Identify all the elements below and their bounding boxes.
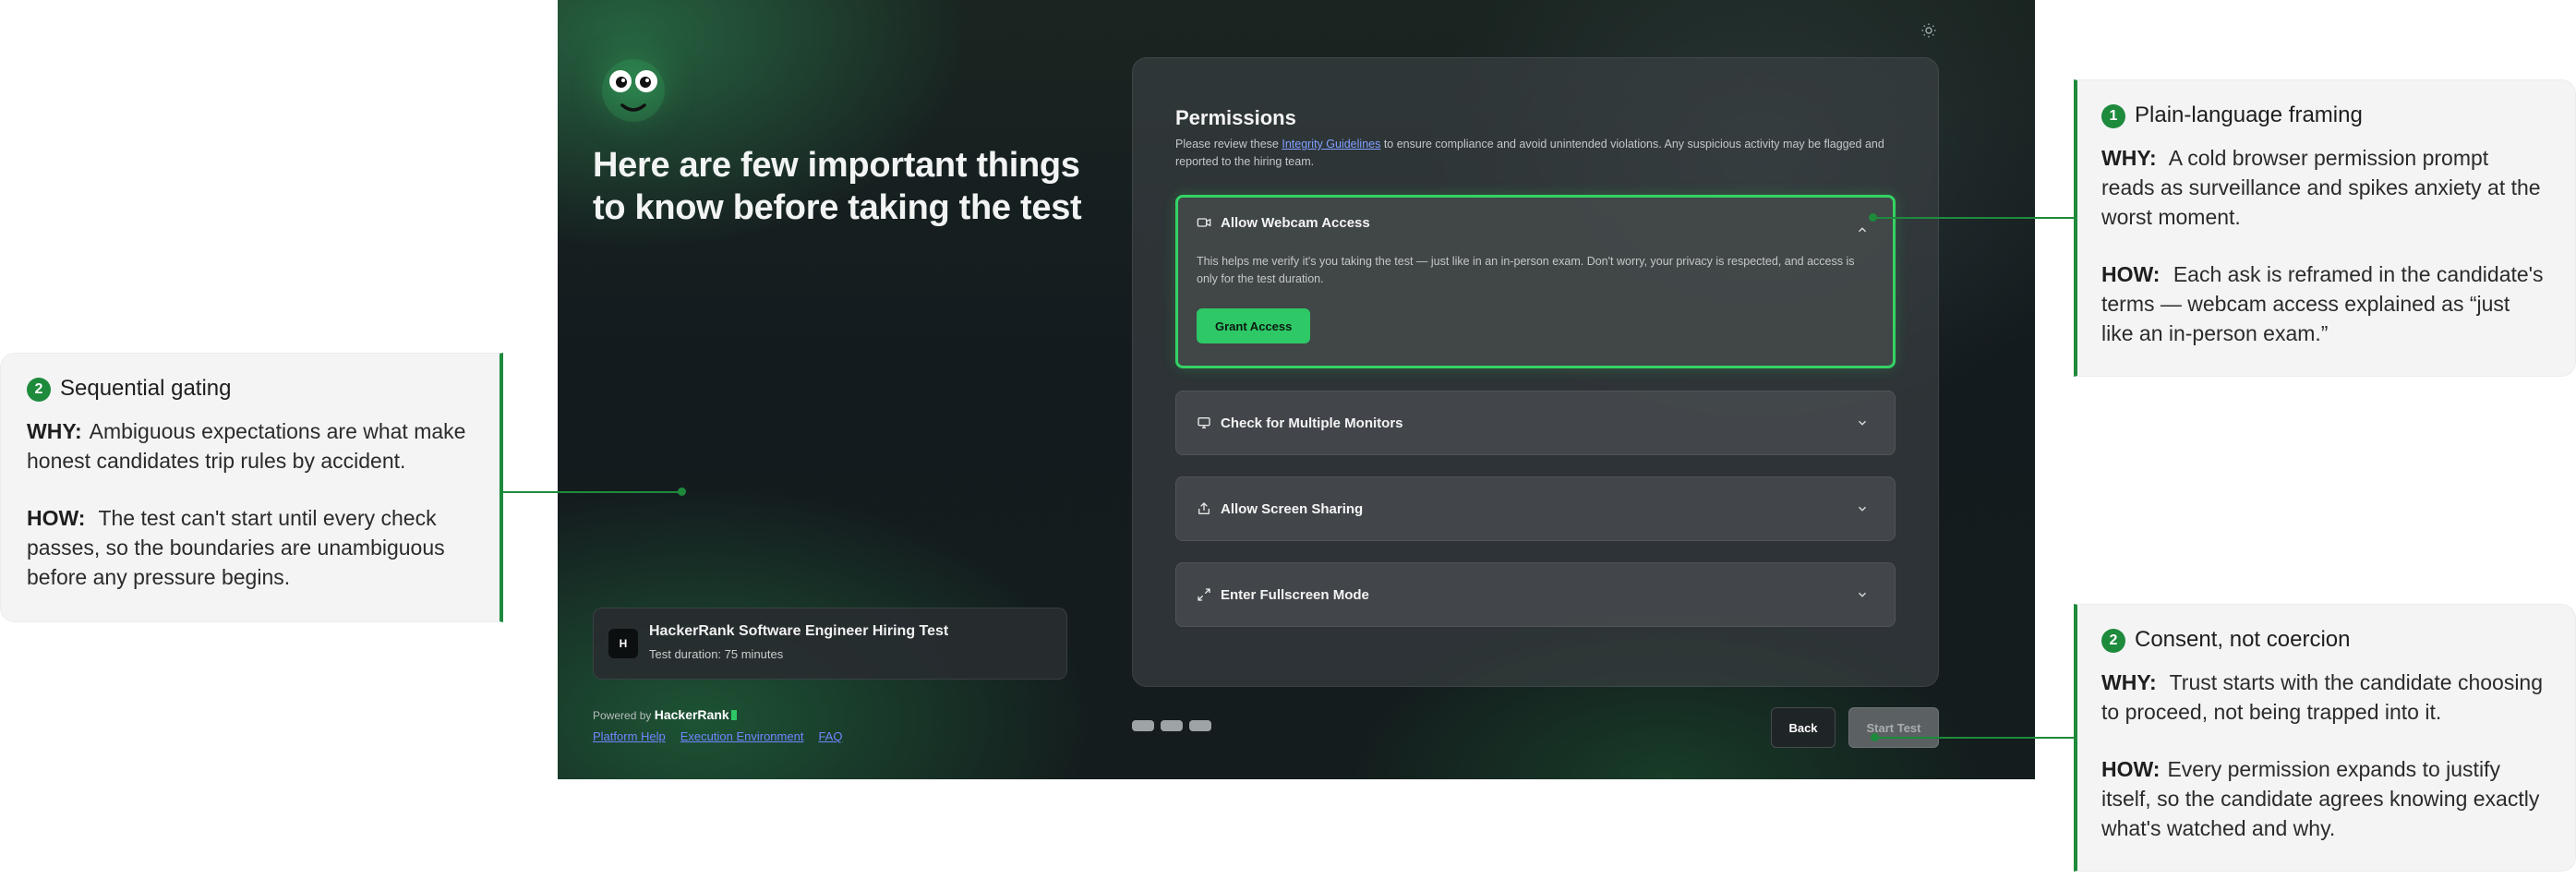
how-label: HOW: [27,506,86,530]
how-label: HOW: [2101,262,2161,286]
permissions-title: Permissions [1175,106,1296,129]
accordion-fullscreen[interactable]: Enter Fullscreen Mode [1175,562,1896,627]
accordion-webcam[interactable]: Allow Webcam Access This helps me verify… [1175,195,1896,368]
connector-dot-3 [1871,733,1879,741]
chevron-down-icon[interactable] [1856,502,1869,515]
why-label: WHY: [2101,146,2157,170]
integrity-guidelines-link[interactable]: Integrity Guidelines [1282,138,1380,151]
callout-consent-not-coercion: 2 Consent, not coercion WHY: Trust starts… [2074,604,2576,872]
callout-sequential-gating: 2 Sequential gating WHY: Ambiguous expecta… [0,353,503,622]
connector-dot-2 [678,488,686,496]
why-text: Trust starts with the candidate choosing… [2101,670,2544,724]
connector-line-3 [1874,737,2074,739]
brand-mark-icon [730,710,737,720]
callout-title-text: Consent, not coercion [2135,627,2351,652]
test-info-card: H HackerRank Software Engineer Hiring Te… [593,608,1067,680]
callout-number-badge: 1 [2101,104,2125,128]
accordion-sharing-label: Allow Screen Sharing [1221,500,1364,517]
start-test-button[interactable]: Start Test [1848,707,1939,748]
callout-why: WHY: Ambiguous expectations are what make… [27,416,474,476]
hero-title: Here are few important things to know be… [593,146,1082,227]
how-label: HOW: [2101,757,2161,781]
accordion-fullscreen-header[interactable]: Enter Fullscreen Mode [1197,563,1369,626]
accordion-screen-sharing[interactable]: Allow Screen Sharing [1175,476,1896,541]
accordion-fullscreen-label: Enter Fullscreen Mode [1221,586,1369,603]
why-label: WHY: [2101,670,2157,694]
callout-why: WHY: Trust starts with the candidate cho… [2101,668,2547,727]
share-icon [1198,502,1210,514]
step-indicator [1132,720,1211,731]
permissions-panel: Permissions Please review these Integrit… [1132,57,1939,687]
desc-before: Please review these [1175,138,1282,151]
app-screen: Here are few important things to know be… [558,0,2035,779]
powered-brand: HackerRank [654,707,729,722]
accordion-monitors-label: Check for Multiple Monitors [1221,415,1403,431]
accordion-multiple-monitors[interactable]: Check for Multiple Monitors [1175,391,1896,455]
how-text: Every permission expands to justify itse… [2101,757,2540,840]
powered-by: Powered by HackerRank [593,707,737,722]
callout-number-badge: 2 [2101,629,2125,653]
how-text: Each ask is reframed in the candidate's … [2101,262,2544,345]
connector-line-1 [1872,217,2074,219]
test-name: HackerRank Software Engineer Hiring Test [649,623,949,639]
connector-line-2 [503,491,682,493]
faq-link[interactable]: FAQ [818,729,842,743]
why-text: Ambiguous expectations are what make hon… [27,419,466,473]
step-dot [1132,720,1154,731]
callout-how: HOW: Every permission expands to justify … [2101,754,2547,843]
accordion-monitors-header[interactable]: Check for Multiple Monitors [1197,391,1403,454]
callout-title-text: Sequential gating [60,376,232,401]
theme-toggle-sun-icon[interactable] [1920,22,1937,39]
why-label: WHY: [27,419,82,443]
execution-environment-link[interactable]: Execution Environment [680,729,804,743]
callout-how: HOW: Each ask is reframed in the candida… [2101,259,2547,348]
powered-prefix: Powered by [593,709,652,722]
why-text: A cold browser permission prompt reads a… [2101,146,2541,229]
chevron-down-icon[interactable] [1856,588,1869,601]
test-duration: Test duration: 75 minutes [649,647,784,661]
callout-how: HOW: The test can't start until every ch… [27,503,474,592]
back-button[interactable]: Back [1771,707,1836,748]
mascot-face-icon [602,59,665,122]
accordion-webcam-header[interactable]: Allow Webcam Access [1197,212,1370,233]
step-dot [1189,720,1211,731]
accordion-webcam-label: Allow Webcam Access [1221,214,1370,231]
hackerrank-logo-icon: H [608,629,638,658]
how-text: The test can't start until every check p… [27,506,445,589]
footer-links: Platform Help Execution Environment FAQ [593,729,842,743]
permissions-description: Please review these Integrity Guidelines… [1175,136,1905,171]
callout-title: 2 Consent, not coercion [2101,625,2547,655]
accordion-webcam-body: This helps me verify it's you taking the… [1197,255,1855,285]
callout-title-text: Plain-language framing [2135,102,2363,127]
connector-dot-1 [1869,213,1877,222]
callout-number-badge: 2 [27,378,51,402]
chevron-down-icon[interactable] [1856,416,1869,429]
step-dot [1161,720,1183,731]
callout-title: 2 Sequential gating [27,374,474,403]
chevron-up-icon[interactable] [1856,223,1869,236]
fullscreen-icon [1198,588,1210,601]
accordion-sharing-header[interactable]: Allow Screen Sharing [1197,477,1363,540]
callout-plain-language-framing: 1 Plain-language framing WHY: A cold brow… [2074,79,2576,377]
platform-help-link[interactable]: Platform Help [593,729,666,743]
camera-icon [1197,218,1211,227]
callout-title: 1 Plain-language framing [2101,101,2547,130]
annotated-screenshot: Here are few important things to know be… [0,0,2576,879]
monitor-icon [1198,417,1210,428]
grant-access-button[interactable]: Grant Access [1197,308,1311,343]
callout-why: WHY: A cold browser permission prompt re… [2101,143,2547,232]
